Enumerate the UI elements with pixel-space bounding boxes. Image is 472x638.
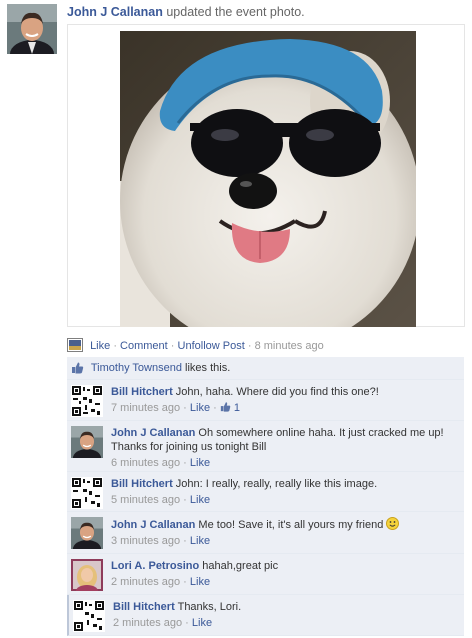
thumbs-up-icon xyxy=(220,402,231,412)
comment-like-link[interactable]: Like xyxy=(190,402,210,414)
comment-meta: 3 minutes ago · Like xyxy=(111,535,211,547)
thumbs-up-icon xyxy=(71,360,84,382)
like-count-value: 1 xyxy=(233,402,241,414)
comment-author-link[interactable]: John J Callanan xyxy=(111,519,195,531)
comment-timestamp[interactable]: 2 minutes ago xyxy=(111,576,180,588)
comment-body: Bill Hitchert John, haha. Where did you … xyxy=(111,385,458,415)
author-avatar[interactable] xyxy=(7,4,57,68)
qr-avatar[interactable] xyxy=(71,477,103,509)
likes-text: likes this. xyxy=(185,362,231,374)
comment-meta: 2 minutes ago · Like xyxy=(111,576,211,588)
comment-body: Bill Hitchert John: I really, really, re… xyxy=(111,477,458,507)
comment-like-count[interactable]: 1 xyxy=(220,401,240,415)
post-actions: Like · Comment · Unfollow Post · 8 minut… xyxy=(67,338,324,355)
comment-meta: 7 minutes ago · Like · 1 xyxy=(111,401,241,415)
comment-link[interactable]: Comment xyxy=(120,340,168,352)
comment-meta: 5 minutes ago · Like xyxy=(111,494,211,506)
separator: · xyxy=(113,340,117,352)
comment-timestamp[interactable]: 5 minutes ago xyxy=(111,494,180,506)
comment: John J Callanan Oh somewhere online haha… xyxy=(67,421,464,472)
comment-like-link[interactable]: Like xyxy=(190,457,210,469)
comment-author-link[interactable]: Lori A. Petrosino xyxy=(111,560,199,572)
comment: Bill Hitchert Thanks, Lori. 2 minutes ag… xyxy=(67,595,464,636)
comment-text: Me too! Save it, it's all yours my frien… xyxy=(198,519,384,531)
like-post-link[interactable]: Like xyxy=(90,340,110,352)
feedback-section: Timothy Townsend likes this. Bill Hitche… xyxy=(67,357,464,636)
comment-timestamp[interactable]: 7 minutes ago xyxy=(111,402,180,414)
comment-text: hahah,great pic xyxy=(202,560,279,572)
comment-timestamp[interactable]: 6 minutes ago xyxy=(111,457,180,469)
liker-name-link[interactable]: Timothy Townsend xyxy=(91,362,182,374)
comment-like-link[interactable]: Like xyxy=(192,617,212,629)
post-timestamp[interactable]: 8 minutes ago xyxy=(255,340,324,352)
comment-text: Thanks, Lori. xyxy=(177,601,242,613)
comment-meta: 2 minutes ago · Like xyxy=(113,617,213,629)
likes-summary: Timothy Townsend likes this. xyxy=(67,357,464,380)
event-photo[interactable] xyxy=(120,31,416,327)
comment-author-link[interactable]: Bill Hitchert xyxy=(111,386,173,398)
comment-body: John J Callanan Oh somewhere online haha… xyxy=(111,426,458,470)
unfollow-post-link[interactable]: Unfollow Post xyxy=(178,340,245,352)
comment-author-link[interactable]: Bill Hitchert xyxy=(113,601,175,613)
separator: · xyxy=(247,340,252,352)
comment: John J Callanan Me too! Save it, it's al… xyxy=(67,512,464,558)
comment-author-link[interactable]: Bill Hitchert xyxy=(111,478,173,490)
comment-like-link[interactable]: Like xyxy=(190,494,210,506)
smiley-icon xyxy=(386,517,400,530)
comment-text: John: I really, really, really like this… xyxy=(175,478,378,490)
comment-like-link[interactable]: Like xyxy=(190,576,210,588)
comment-body: Lori A. Petrosino hahah,great pic 2 minu… xyxy=(111,559,458,589)
qr-avatar[interactable] xyxy=(71,385,103,417)
lori-avatar[interactable] xyxy=(71,559,103,597)
john-avatar[interactable] xyxy=(71,517,103,558)
comment-timestamp[interactable]: 2 minutes ago xyxy=(113,617,182,629)
comment-body: John J Callanan Me too! Save it, it's al… xyxy=(111,517,458,548)
comment-author-link[interactable]: John J Callanan xyxy=(111,427,195,439)
comment: Bill Hitchert John, haha. Where did you … xyxy=(67,380,464,421)
comment: Lori A. Petrosino hahah,great pic 2 minu… xyxy=(67,554,464,597)
post-action-text: updated the event photo. xyxy=(166,5,305,19)
comment-timestamp[interactable]: 3 minutes ago xyxy=(111,535,180,547)
post-author-link[interactable]: John J Callanan xyxy=(67,5,163,19)
comment: Bill Hitchert John: I really, really, re… xyxy=(67,472,464,512)
photo-frame xyxy=(67,24,465,327)
comment-text: John, haha. Where did you find this one?… xyxy=(175,386,379,398)
post-header: John J Callanan updated the event photo. xyxy=(67,5,305,19)
comment-body: Bill Hitchert Thanks, Lori. 2 minutes ag… xyxy=(113,600,458,630)
comment-like-link[interactable]: Like xyxy=(190,535,210,547)
photo-icon xyxy=(67,338,83,355)
john-avatar[interactable] xyxy=(71,426,103,467)
separator: · xyxy=(170,340,175,352)
qr-avatar[interactable] xyxy=(73,600,105,632)
comment-meta: 6 minutes ago · Like xyxy=(111,457,211,469)
